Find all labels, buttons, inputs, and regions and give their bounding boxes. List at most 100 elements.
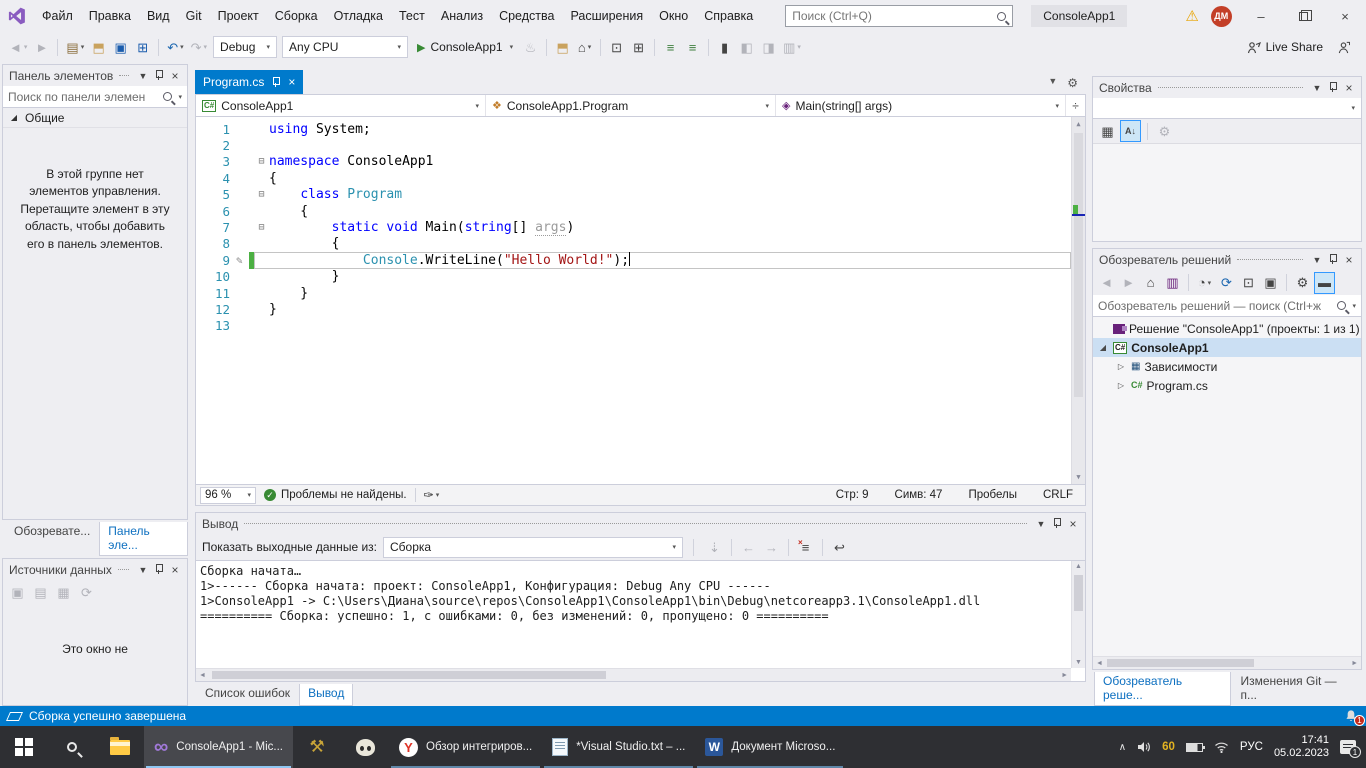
goto-message-icon[interactable]: ⇣ xyxy=(704,536,725,558)
tool-tab[interactable]: Обозреватель реше... xyxy=(1094,672,1231,706)
active-files-dropdown-icon[interactable]: ▼ xyxy=(1048,76,1057,90)
navigate-back-icon[interactable]: ◄▾ xyxy=(6,36,30,58)
se-switch-views-icon[interactable]: ▥ xyxy=(1162,272,1183,294)
expander-icon[interactable]: ▷ xyxy=(1115,381,1127,390)
quick-search-input[interactable]: Поиск (Ctrl+Q) xyxy=(785,5,1013,27)
new-filtered-view-icon[interactable]: ⊞ xyxy=(628,36,649,58)
scrollbar-thumb[interactable] xyxy=(1074,575,1083,611)
taskbar-yandex-browser-button[interactable]: YОбзор интегриров... xyxy=(389,726,542,768)
se-home-icon[interactable]: ⌂ xyxy=(1140,272,1161,294)
scrollbar-thumb[interactable] xyxy=(212,671,606,679)
editor-vertical-scrollbar[interactable]: ▲ ▼ xyxy=(1071,117,1085,484)
se-refresh-icon[interactable]: ⟳ xyxy=(1216,272,1237,294)
toggle-bookmark-icon[interactable]: ▮ xyxy=(714,36,735,58)
ide-navigator-icon[interactable]: ⌂▾ xyxy=(574,36,595,58)
tree-item-csfile[interactable]: ▷C#Program.cs xyxy=(1093,376,1361,395)
tray-overflow-icon[interactable]: ∧ xyxy=(1119,742,1126,753)
pin-icon[interactable] xyxy=(1325,81,1341,95)
solution-explorer-search-input[interactable]: Обозреватель решений — поиск (Ctrl+ж ▾ xyxy=(1093,295,1361,317)
code-line[interactable]: 2 xyxy=(196,137,1071,153)
code-cleanup-icon[interactable]: ✑ xyxy=(424,488,434,502)
menu-item[interactable]: Файл xyxy=(34,0,81,32)
configure-data-source-icon[interactable]: ▦ xyxy=(53,581,74,603)
close-icon[interactable]: × xyxy=(167,69,183,83)
start-button[interactable] xyxy=(0,726,48,768)
wifi-icon[interactable] xyxy=(1214,741,1229,753)
code-line[interactable]: 6 { xyxy=(196,203,1071,219)
properties-title-bar[interactable]: Свойства ▼ × xyxy=(1093,77,1361,98)
data-sources-title-bar[interactable]: Источники данных ▼ × xyxy=(3,559,187,580)
navigate-forward-icon[interactable]: ► xyxy=(31,36,52,58)
class-dropdown[interactable]: ❖ ConsoleApp1.Program ▾ xyxy=(486,95,776,116)
output-title-bar[interactable]: Вывод ▼ × xyxy=(196,513,1085,534)
taskbar-word-button[interactable]: WДокумент Microso... xyxy=(695,726,845,768)
close-icon[interactable]: × xyxy=(167,563,183,577)
se-pending-changes-icon[interactable]: ◔▾ xyxy=(1194,272,1215,294)
code-line[interactable]: 7⊟ static void Main(string[] args) xyxy=(196,219,1071,235)
word-wrap-icon[interactable]: ↩ xyxy=(829,536,850,558)
tool-tab[interactable]: Обозревате... xyxy=(6,522,98,556)
window-position-menu-icon[interactable]: ▼ xyxy=(1309,255,1325,265)
keyboard-language[interactable]: РУС xyxy=(1240,741,1263,753)
start-debugging-button[interactable]: ▶ ConsoleApp1 ▾ xyxy=(411,36,519,58)
menu-item[interactable]: Сборка xyxy=(267,0,326,32)
window-position-menu-icon[interactable]: ▼ xyxy=(1309,83,1325,93)
battery-icon[interactable] xyxy=(1186,743,1203,752)
toolbox-search-input[interactable]: Поиск по панели элемен ▾ xyxy=(3,86,187,108)
code-line[interactable]: 3⊟namespace ConsoleApp1 xyxy=(196,154,1071,170)
prev-message-icon[interactable]: ← xyxy=(738,536,759,558)
pin-icon[interactable] xyxy=(151,563,167,577)
taskbar-tool-app-button[interactable]: ⚒ xyxy=(293,726,341,768)
menu-item[interactable]: Отладка xyxy=(326,0,391,32)
expander-icon[interactable]: ◢ xyxy=(1097,343,1109,352)
pin-icon[interactable] xyxy=(1325,253,1341,267)
menu-item[interactable]: Окно xyxy=(651,0,696,32)
feedback-button[interactable] xyxy=(1337,41,1350,54)
edit-data-source-icon[interactable]: ▤ xyxy=(30,581,51,603)
user-avatar[interactable]: ДМ xyxy=(1211,6,1232,27)
prev-bookmark-icon[interactable]: ◧ xyxy=(736,36,757,58)
open-file-icon[interactable]: ⬒ xyxy=(88,36,109,58)
output-source-dropdown[interactable]: Сборка ▾ xyxy=(383,537,683,558)
taskbar-game-app-button[interactable] xyxy=(341,726,389,768)
tool-tab[interactable]: Вывод xyxy=(299,684,353,706)
member-dropdown[interactable]: ◈ Main(string[] args) ▾ xyxy=(776,95,1065,116)
output-vertical-scrollbar[interactable]: ▲ ▼ xyxy=(1071,561,1085,668)
solution-explorer-title-bar[interactable]: Обозреватель решений ▼ × xyxy=(1093,249,1361,270)
indent-lines-icon[interactable]: ≡ xyxy=(660,36,681,58)
refresh-data-source-icon[interactable]: ⟳ xyxy=(76,581,97,603)
scroll-left-icon[interactable]: ◄ xyxy=(1093,657,1106,669)
code-line[interactable]: 10 } xyxy=(196,269,1071,285)
line-ending-indicator[interactable]: CRLF xyxy=(1043,489,1073,501)
clock[interactable]: 17:41 05.02.2023 xyxy=(1274,734,1329,760)
se-nest-icon[interactable]: ⊡ xyxy=(1238,272,1259,294)
fold-collapse-icon[interactable]: ⊟ xyxy=(254,157,269,167)
notifications-button[interactable]: 1 xyxy=(1344,709,1358,723)
output-horizontal-scrollbar[interactable]: ◄ ► xyxy=(196,668,1071,681)
menu-item[interactable]: Расширения xyxy=(562,0,651,32)
pin-icon[interactable] xyxy=(151,69,167,83)
scroll-left-icon[interactable]: ◄ xyxy=(196,669,209,681)
se-back-icon[interactable]: ◄ xyxy=(1096,272,1117,294)
menu-item[interactable]: Справка xyxy=(696,0,761,32)
taskbar-search-button[interactable] xyxy=(48,726,96,768)
menu-item[interactable]: Анализ xyxy=(433,0,491,32)
expander-icon[interactable]: ▷ xyxy=(1115,362,1127,371)
live-share-button[interactable]: Live Share xyxy=(1247,40,1323,54)
close-icon[interactable]: × xyxy=(288,75,295,89)
warning-icon[interactable]: ⚠ xyxy=(1185,9,1198,24)
close-icon[interactable]: × xyxy=(1341,81,1357,95)
find-in-files-icon[interactable]: ⬒ xyxy=(552,36,573,58)
scrollbar-thumb[interactable] xyxy=(1107,659,1254,667)
code-line[interactable]: 4{ xyxy=(196,170,1071,186)
file-explorer-button[interactable] xyxy=(96,726,144,768)
se-copy-icon[interactable]: ▣ xyxy=(1260,272,1281,294)
menu-item[interactable]: Правка xyxy=(81,0,139,32)
project-dropdown[interactable]: C# ConsoleApp1 ▾ xyxy=(196,95,486,116)
tree-item-dependencies[interactable]: ▷▦Зависимости xyxy=(1093,357,1361,376)
toolbox-title-bar[interactable]: Панель элементов ▼ × xyxy=(3,65,187,86)
menu-item[interactable]: Проект xyxy=(210,0,267,32)
code-line[interactable]: 13 xyxy=(196,318,1071,334)
pin-icon[interactable] xyxy=(1049,517,1065,531)
split-editor-handle[interactable]: ÷ xyxy=(1065,95,1085,116)
